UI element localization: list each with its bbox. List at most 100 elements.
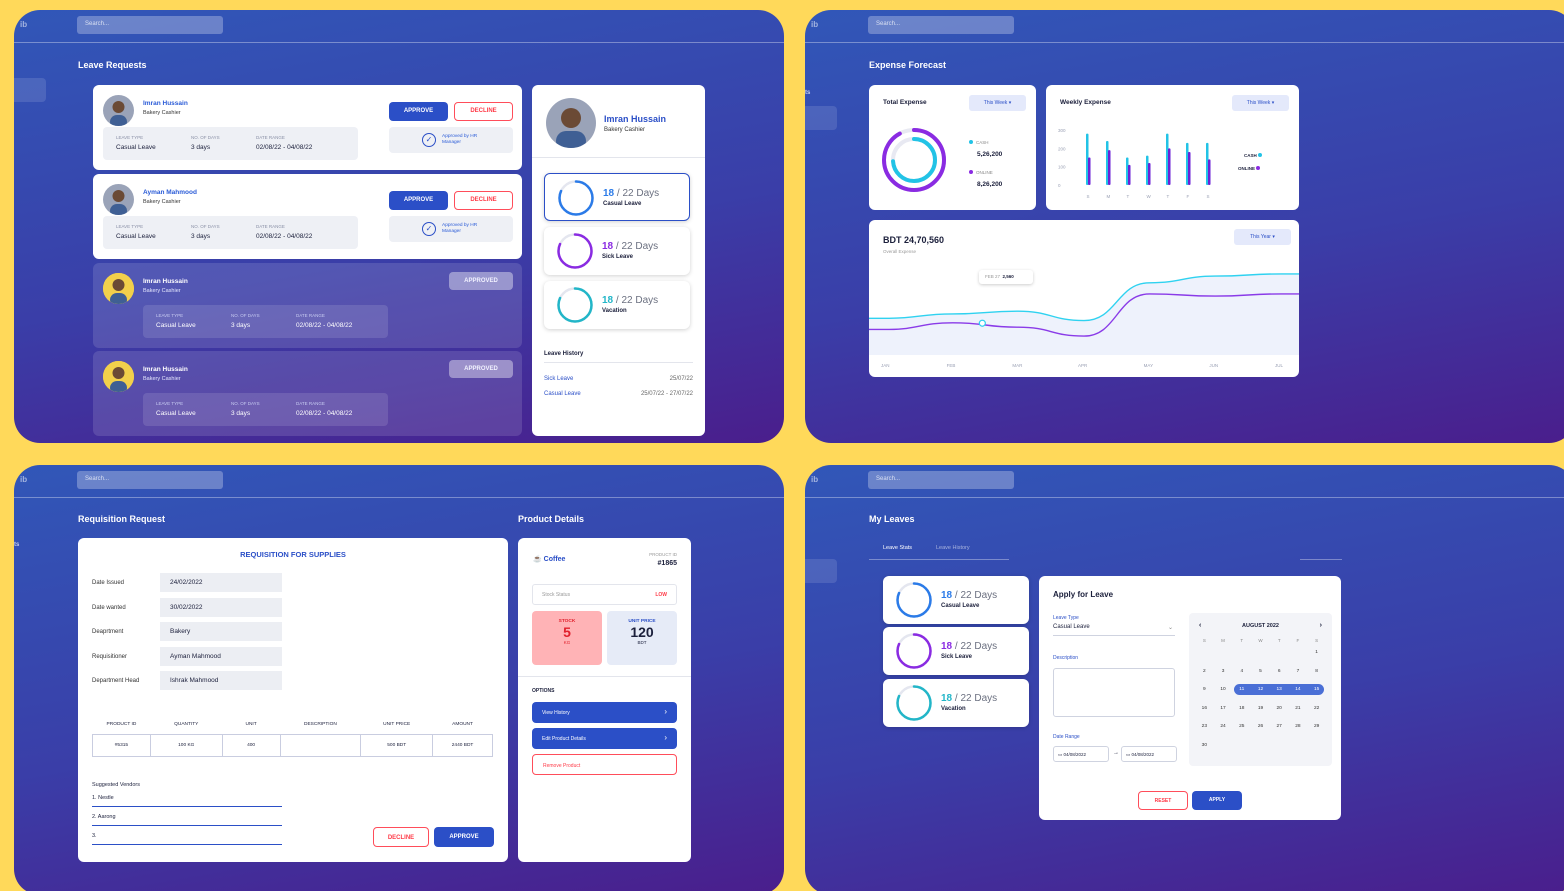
- leave-stat-card[interactable]: 18 / 22 Days Casual Leave: [883, 576, 1029, 624]
- leave-info-label: NO. OF DAYS: [231, 313, 260, 318]
- calendar-day[interactable]: 15: [1307, 687, 1326, 692]
- employee-name: Ayman Mahmood: [143, 189, 197, 196]
- calendar-day[interactable]: 6: [1270, 669, 1289, 674]
- sidebar-active-item[interactable]: [14, 78, 46, 102]
- page-title: Expense Forecast: [869, 60, 947, 70]
- calendar-day[interactable]: 5: [1251, 669, 1270, 674]
- calendar-day[interactable]: 25: [1232, 724, 1251, 729]
- overall-expense-card: BDT 24,70,560 Overall Expense This Year …: [869, 220, 1299, 377]
- form-field-value[interactable]: Ayman Mahmood: [160, 646, 282, 666]
- form-field-value[interactable]: Ishrak Mahmood: [160, 671, 282, 690]
- calendar-day[interactable]: 20: [1270, 706, 1289, 711]
- decline-button[interactable]: DECLINE: [454, 191, 513, 210]
- calendar-next-icon[interactable]: ›: [1320, 622, 1322, 629]
- bar-online: [1188, 152, 1191, 185]
- calendar-day[interactable]: 27: [1270, 724, 1289, 729]
- approve-button[interactable]: APPROVE: [389, 102, 448, 121]
- calendar-day[interactable]: 12: [1251, 687, 1270, 692]
- product-details-title: Product Details: [518, 514, 585, 524]
- vendor-input[interactable]: 3.: [92, 833, 282, 845]
- apply-button[interactable]: APPLY: [1192, 791, 1242, 810]
- date-to-input[interactable]: ▭ 04/08/2022: [1121, 746, 1177, 762]
- overall-value: BDT 24,70,560: [883, 235, 945, 245]
- calendar-day[interactable]: 19: [1251, 706, 1270, 711]
- calendar-day[interactable]: 13: [1270, 687, 1289, 692]
- calendar-day[interactable]: 16: [1195, 706, 1214, 711]
- approve-button[interactable]: APPROVE: [434, 827, 494, 847]
- calendar-day[interactable]: 22: [1307, 706, 1326, 711]
- weekday-label: S: [1202, 638, 1206, 643]
- divider: [518, 676, 691, 677]
- sidebar-active-item[interactable]: [805, 559, 837, 583]
- approve-button[interactable]: APPROVE: [389, 191, 448, 210]
- edit-product-button[interactable]: Edit Product Details ›: [532, 728, 677, 749]
- leave-stat-card[interactable]: 18 / 22 Days Casual Leave: [544, 173, 690, 221]
- form-field-label: Department Head: [92, 678, 140, 684]
- calendar-day[interactable]: 23: [1195, 724, 1214, 729]
- filter-value: This Week: [1246, 100, 1271, 106]
- calendar-day[interactable]: 29: [1307, 724, 1326, 729]
- calendar-day[interactable]: 14: [1289, 687, 1308, 692]
- vendor-input[interactable]: 2. Aarong: [92, 814, 282, 826]
- decline-button[interactable]: DECLINE: [373, 827, 429, 847]
- approved-button[interactable]: APPROVED: [449, 360, 513, 378]
- calendar-day[interactable]: 10: [1214, 687, 1233, 692]
- calendar-day[interactable]: 8: [1307, 669, 1326, 674]
- bar-online: [1088, 157, 1091, 185]
- calendar-day[interactable]: 21: [1289, 706, 1308, 711]
- reset-button[interactable]: RESET: [1138, 791, 1188, 810]
- cash-dot-icon: [969, 140, 973, 144]
- vendor-input[interactable]: 1. Nestle: [92, 795, 282, 807]
- legend-cash: CASH: [1244, 153, 1263, 158]
- search-input[interactable]: Search...: [868, 16, 1014, 34]
- calendar-day[interactable]: 4: [1232, 669, 1251, 674]
- leave-stat-card[interactable]: 18 / 22 Days Vacation: [883, 679, 1029, 727]
- logo-fragment: ib: [811, 475, 819, 484]
- leave-stat-card[interactable]: 18 / 22 Days Sick Leave: [883, 627, 1029, 675]
- remove-product-button[interactable]: Remove Product: [532, 754, 677, 775]
- calendar-day[interactable]: 9: [1195, 687, 1214, 692]
- search-input[interactable]: Search...: [77, 16, 223, 34]
- calendar-day[interactable]: 2: [1195, 669, 1214, 674]
- tab-leave-stats[interactable]: Leave Stats: [883, 545, 912, 551]
- total-expense-card: Total Expense This Week ▾ CASH 5,26,200 …: [869, 85, 1036, 210]
- chevron-right-icon: ›: [664, 733, 667, 742]
- leave-type-select[interactable]: Casual Leave ⌄: [1053, 624, 1175, 636]
- calendar-day[interactable]: 24: [1214, 724, 1233, 729]
- form-field-value[interactable]: 30/02/2022: [160, 597, 282, 617]
- search-input[interactable]: Search...: [868, 471, 1014, 489]
- calendar-day[interactable]: 11: [1232, 687, 1251, 692]
- tab-leave-history[interactable]: Leave History: [936, 545, 970, 551]
- filter-dropdown[interactable]: This Week ▾: [1232, 95, 1289, 111]
- filter-dropdown[interactable]: This Year ▾: [1234, 229, 1291, 245]
- sidebar-active-item[interactable]: [805, 106, 837, 130]
- calendar-day[interactable]: 30: [1195, 743, 1214, 748]
- leave-stat-card[interactable]: 18 / 22 Days Vacation: [544, 281, 690, 329]
- history-item-type[interactable]: Sick Leave: [544, 376, 573, 382]
- calendar-day[interactable]: 26: [1251, 724, 1270, 729]
- leave-stat-card[interactable]: 18 / 22 Days Sick Leave: [544, 227, 690, 275]
- form-field-value[interactable]: 24/02/2022: [160, 573, 282, 592]
- employee-role: Bakery Cashier: [143, 376, 181, 382]
- history-item-type[interactable]: Casual Leave: [544, 391, 581, 397]
- table-cell: 2440 BDT: [432, 733, 493, 757]
- calendar-day[interactable]: 18: [1232, 706, 1251, 711]
- leave-count-total: / 22 Days: [954, 590, 998, 601]
- form-field-value[interactable]: Bakery: [160, 622, 282, 641]
- x-tick-label: APR: [1078, 363, 1088, 368]
- check-circle-icon: ✓: [422, 222, 436, 236]
- decline-button[interactable]: DECLINE: [454, 102, 513, 121]
- calendar-day[interactable]: 3: [1214, 669, 1233, 674]
- search-input[interactable]: Search...: [77, 471, 223, 489]
- approved-button[interactable]: APPROVED: [449, 272, 513, 290]
- calendar-day[interactable]: 17: [1214, 706, 1233, 711]
- filter-dropdown[interactable]: This Week ▾: [969, 95, 1026, 111]
- view-history-button[interactable]: View History ›: [532, 702, 677, 723]
- bar-online: [1208, 159, 1211, 185]
- x-tick-label: JUN: [1209, 363, 1218, 368]
- description-textarea[interactable]: [1053, 668, 1175, 717]
- calendar-day[interactable]: 28: [1289, 724, 1308, 729]
- calendar-day[interactable]: 1: [1307, 650, 1326, 655]
- date-from-input[interactable]: ▭ 04/08/2022: [1053, 746, 1109, 762]
- calendar-day[interactable]: 7: [1289, 669, 1308, 674]
